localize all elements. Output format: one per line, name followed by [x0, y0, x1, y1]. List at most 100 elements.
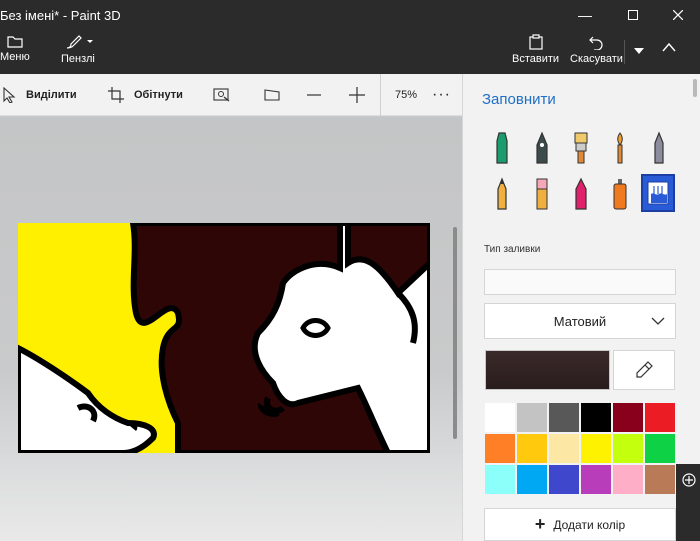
zoom-level[interactable]: 75%: [380, 74, 417, 116]
vertical-scrollbar[interactable]: [453, 227, 457, 439]
view-3d-button[interactable]: [264, 74, 290, 116]
fill-type-field[interactable]: [484, 269, 676, 295]
color-palette: [484, 402, 676, 495]
color-swatch[interactable]: [548, 433, 580, 464]
eraser-icon: [536, 178, 548, 210]
title-bar: Без імені* - Paint 3D —: [0, 0, 700, 30]
close-button[interactable]: [655, 0, 700, 30]
pencil-icon: [654, 131, 664, 164]
add-circle-icon: [682, 473, 696, 487]
chevron-up-icon: [662, 42, 676, 52]
ribbon: Меню Пензлі Вставити Скасувати: [0, 30, 700, 74]
paste-button[interactable]: Вставити: [512, 34, 559, 65]
magic-select-icon: [213, 88, 230, 102]
fill-panel: Заповнити Тип заливки Матовий + Додати к…: [462, 74, 700, 541]
zoom-out-button[interactable]: [307, 74, 331, 116]
crayon-brush[interactable]: [485, 175, 519, 213]
zoom-in-button[interactable]: [349, 74, 375, 116]
collapse-ribbon-button[interactable]: [662, 42, 676, 55]
maximize-button[interactable]: [610, 0, 656, 30]
calligraphy-pen-brush[interactable]: [525, 129, 559, 167]
color-swatch[interactable]: [484, 464, 516, 495]
undo-button[interactable]: Скасувати: [570, 34, 623, 65]
marker-icon: [496, 132, 508, 164]
plus-icon: +: [534, 514, 546, 534]
watercolor-brush[interactable]: [603, 129, 637, 167]
oil-brush-icon: [574, 132, 588, 164]
current-color-swatch[interactable]: [485, 350, 610, 390]
canvas-workspace[interactable]: [0, 117, 462, 541]
spray-can-brush[interactable]: [603, 175, 637, 213]
color-swatch[interactable]: [612, 402, 644, 433]
view-3d-icon: [264, 89, 280, 101]
eyedropper-icon: [636, 361, 653, 378]
eraser-brush[interactable]: [525, 175, 559, 213]
brushes-label: Пензлі: [61, 53, 95, 65]
crop-tool-button[interactable]: Обітнути: [108, 74, 183, 116]
color-swatch[interactable]: [548, 464, 580, 495]
pencil-brush[interactable]: [642, 129, 676, 167]
crop-tool-label: Обітнути: [134, 89, 183, 101]
ellipsis-icon: ···: [432, 86, 451, 103]
minimize-icon: —: [578, 7, 592, 23]
select-tool-label: Виділити: [26, 89, 77, 101]
more-options-button[interactable]: ···: [432, 74, 451, 116]
clipboard-icon: [528, 34, 543, 50]
crayon-icon: [497, 177, 507, 210]
close-icon: [673, 10, 683, 20]
color-swatch[interactable]: [484, 433, 516, 464]
undo-label: Скасувати: [570, 53, 623, 65]
cursor-icon: [3, 87, 16, 103]
fill-bucket-icon: [647, 181, 669, 205]
more-dropdown-button[interactable]: [624, 40, 652, 64]
zoom-value: 75%: [395, 89, 418, 101]
finish-value: Матовий: [553, 313, 607, 329]
color-swatch[interactable]: [516, 464, 548, 495]
panel-title: Заповнити: [482, 91, 556, 108]
minimize-button[interactable]: —: [562, 0, 608, 30]
add-color-button[interactable]: + Додати колір: [484, 508, 676, 541]
color-swatch[interactable]: [484, 402, 516, 433]
fill-type-label: Тип заливки: [484, 244, 541, 255]
workspace-floor: [0, 454, 462, 541]
crop-icon: [108, 87, 124, 103]
menu-button[interactable]: Меню: [0, 34, 30, 63]
finish-dropdown[interactable]: Матовий: [484, 303, 676, 339]
color-swatch[interactable]: [644, 464, 676, 495]
crayon-red-brush[interactable]: [564, 175, 598, 213]
menu-label: Меню: [0, 51, 30, 63]
paste-label: Вставити: [512, 53, 560, 65]
panel-scrollbar[interactable]: [693, 79, 697, 97]
crayon-red-icon: [575, 177, 587, 210]
brushes-button[interactable]: Пензлі: [61, 34, 95, 65]
oil-brush[interactable]: [564, 129, 598, 167]
plus-icon: [349, 87, 365, 103]
select-tool-button[interactable]: Виділити: [2, 74, 77, 116]
magic-select-button[interactable]: [213, 74, 241, 116]
color-swatch[interactable]: [612, 464, 644, 495]
color-swatch[interactable]: [516, 402, 548, 433]
eyedropper-button[interactable]: [613, 350, 675, 390]
folder-icon: [7, 36, 23, 48]
drawing-canvas[interactable]: [18, 223, 430, 453]
caret-down-icon: [633, 47, 644, 54]
marker-brush[interactable]: [485, 129, 519, 167]
color-swatch[interactable]: [516, 433, 548, 464]
fill-bucket-brush[interactable]: [641, 174, 675, 212]
color-swatch[interactable]: [548, 402, 580, 433]
brush-icon: [66, 35, 93, 49]
calligraphy-pen-icon: [536, 131, 548, 164]
color-swatch[interactable]: [580, 433, 612, 464]
color-swatch[interactable]: [580, 402, 612, 433]
color-swatch[interactable]: [644, 433, 676, 464]
undo-icon: [589, 36, 603, 50]
color-swatch[interactable]: [612, 433, 644, 464]
color-swatch[interactable]: [644, 402, 676, 433]
minus-icon: [307, 94, 321, 96]
floating-panel-toggle[interactable]: [676, 464, 700, 541]
watercolor-icon: [617, 132, 623, 164]
window-title: Без імені* - Paint 3D: [0, 8, 121, 23]
add-color-label: Додати колір: [553, 517, 626, 532]
maximize-icon: [628, 10, 638, 20]
color-swatch[interactable]: [580, 464, 612, 495]
